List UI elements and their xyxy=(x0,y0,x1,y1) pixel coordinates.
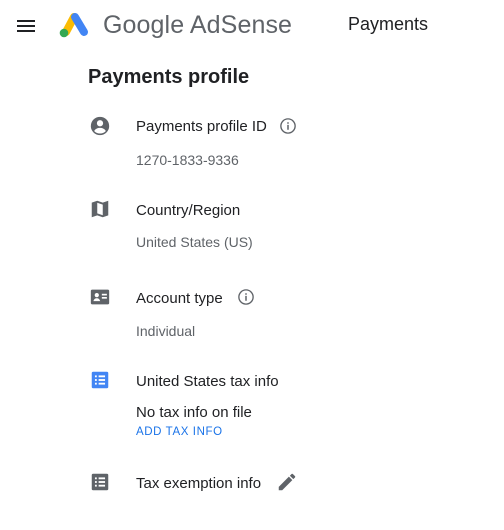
account-type-label: Account type xyxy=(136,290,223,307)
brand-name[interactable]: Google AdSense xyxy=(103,11,292,40)
country-region-label: Country/Region xyxy=(136,202,241,219)
list-alt-icon xyxy=(91,371,109,389)
map-icon xyxy=(91,200,109,218)
top-app-bar: Google AdSense Payments xyxy=(0,0,504,52)
adsense-logo-icon[interactable] xyxy=(57,8,93,40)
pencil-edit-icon[interactable] xyxy=(276,471,298,493)
info-outline-icon[interactable] xyxy=(279,117,297,135)
info-outline-icon[interactable] xyxy=(237,288,255,306)
main-menu-button[interactable] xyxy=(11,11,41,41)
page-title: Payments xyxy=(348,14,429,34)
account-circle-icon xyxy=(90,116,110,136)
brand-product-text: AdSense xyxy=(189,11,293,39)
add-tax-info-link[interactable]: ADD TAX INFO xyxy=(136,426,223,438)
adsense-payments-page: Google AdSense Payments Payments profile… xyxy=(0,0,504,530)
contact-card-icon xyxy=(90,289,110,305)
profile-id-value: 1270-1833-9336 xyxy=(136,152,239,168)
hamburger-menu-icon xyxy=(17,20,35,32)
us-tax-info-value: No tax info on file xyxy=(136,404,252,421)
profile-id-label: Payments profile ID xyxy=(136,118,267,135)
us-tax-info-label: United States tax info xyxy=(136,373,279,390)
country-region-value: United States (US) xyxy=(136,234,253,250)
payments-profile-heading: Payments profile xyxy=(88,66,250,88)
list-alt-icon xyxy=(91,473,109,491)
tax-exemption-label: Tax exemption info xyxy=(136,475,262,492)
account-type-value: Individual xyxy=(136,323,196,339)
brand-google-text: Google xyxy=(103,11,185,39)
